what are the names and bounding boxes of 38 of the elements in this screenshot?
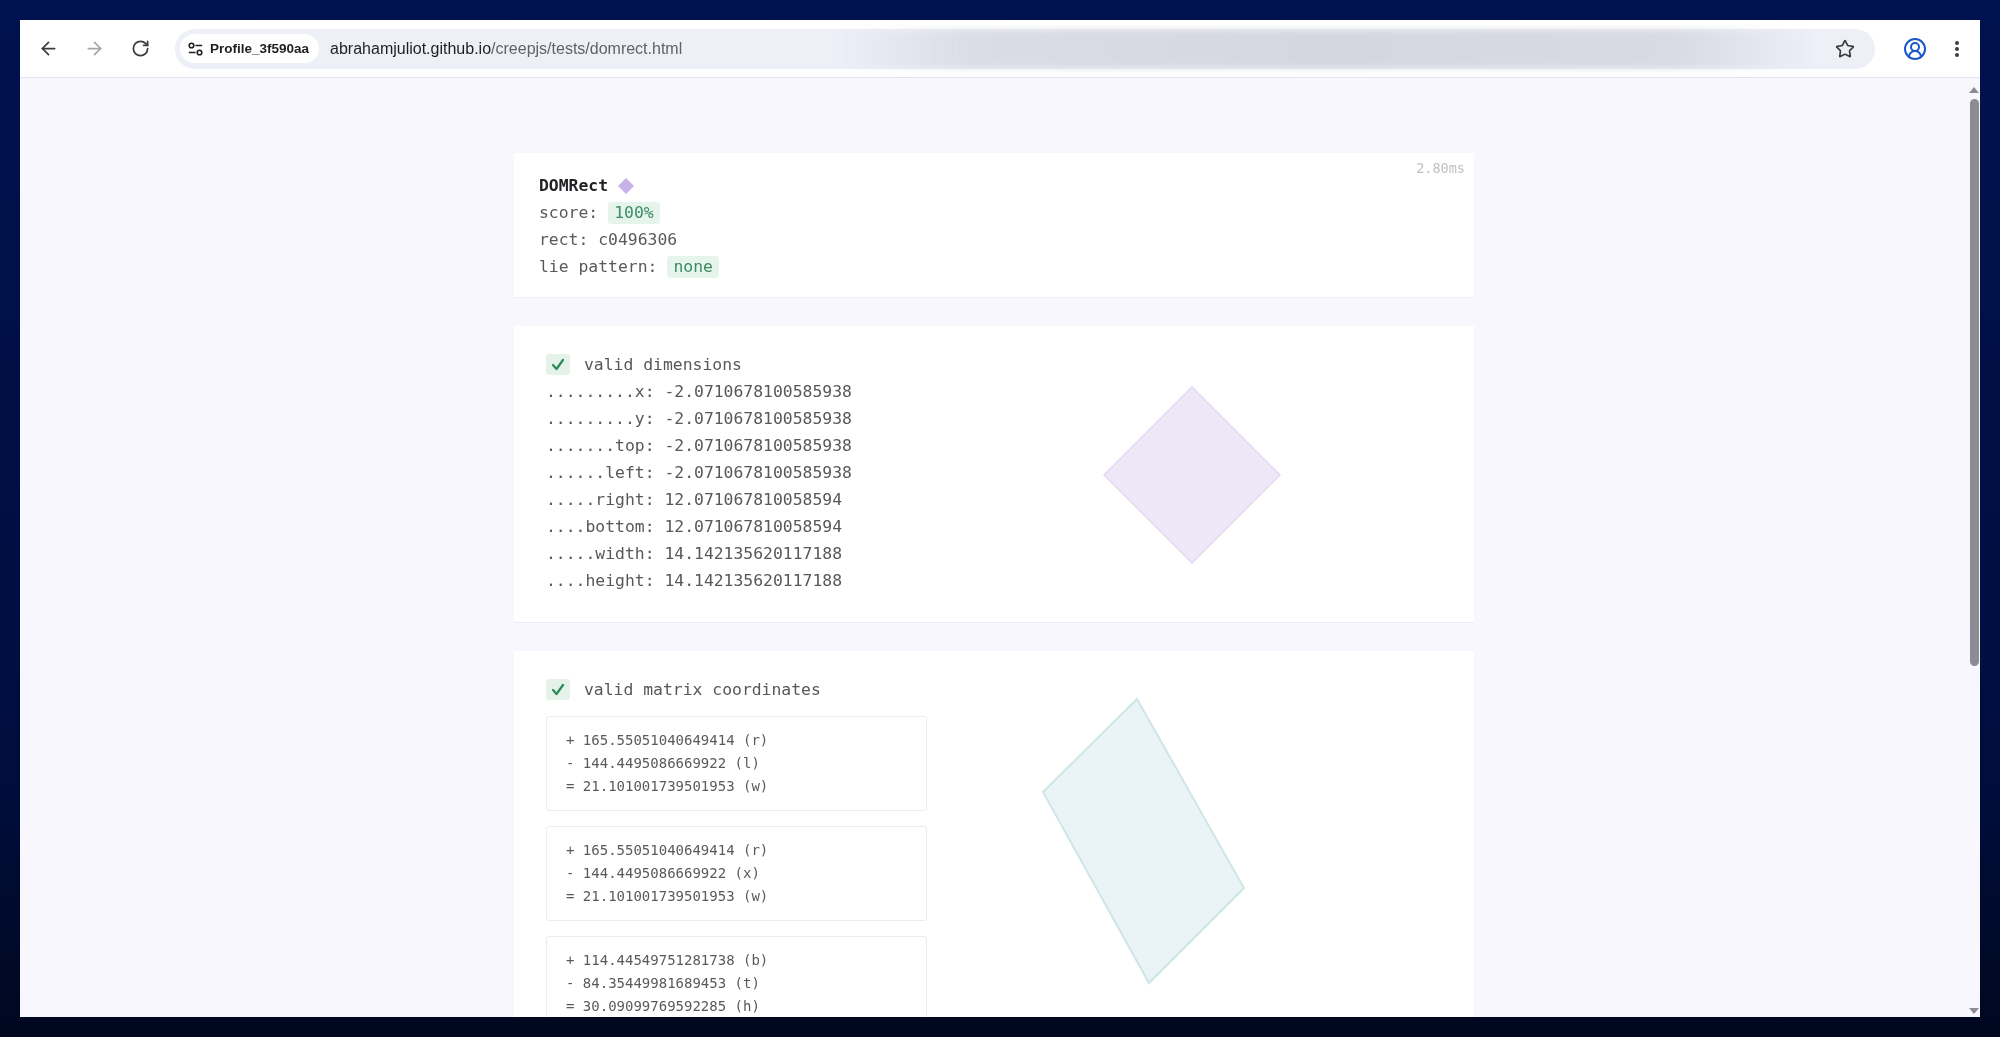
url-text[interactable]: abrahamjuliot.github.io/creepjs/tests/domrect.html <box>330 39 683 58</box>
section-title: valid dimensions <box>584 355 742 374</box>
status-badge: 100% <box>608 201 660 224</box>
star-icon <box>1835 38 1855 59</box>
dimension-line: .....width: 14.142135620117188 <box>546 543 844 565</box>
dimension-line: .........y: -2.0710678100585938 <box>546 408 853 430</box>
calculation-line: = 21.101001739501953 (w) <box>566 887 770 906</box>
user-circle-icon <box>1903 36 1927 61</box>
calculation-line: = 30.09099769592285 (h) <box>566 997 761 1016</box>
profile-chip[interactable]: Profile_3f590aa <box>180 34 320 63</box>
timing-text: 2.80ms <box>1416 160 1465 176</box>
dimension-line: ......left: -2.0710678100585938 <box>546 462 853 484</box>
scroll-up-arrow-icon[interactable] <box>1969 87 1979 93</box>
status-badge: none <box>667 255 719 278</box>
dimension-line: .....right: 12.071067810058594 <box>546 489 844 511</box>
field-label: lie pattern: <box>539 257 658 276</box>
calculation-line: + 165.55051040649414 (r) <box>566 731 770 750</box>
diamond-icon <box>618 177 635 194</box>
address-bar[interactable]: Profile_3f590aa abrahamjuliot.github.io/creepjs/tests/domrect.html <box>175 28 1875 69</box>
section-title: valid matrix coordinates <box>584 680 821 699</box>
reload-icon <box>130 39 150 58</box>
dimension-line: ....height: 14.142135620117188 <box>546 570 844 592</box>
calculation-line: + 114.44549751281738 (b) <box>566 951 770 970</box>
calculation-line: - 144.4495086669922 (l) <box>566 754 761 773</box>
calculation-line: + 165.55051040649414 (r) <box>566 841 770 860</box>
scroll-down-arrow-icon[interactable] <box>1969 1008 1979 1014</box>
dimension-line: ....bottom: 12.071067810058594 <box>546 516 844 538</box>
dimension-line: .......top: -2.0710678100585938 <box>546 435 853 457</box>
tune-icon <box>188 41 203 56</box>
card-title: DOMRect <box>539 176 609 195</box>
calculation-line: - 84.35449981689453 (t) <box>566 974 761 993</box>
menu-icon <box>1955 40 1959 57</box>
scrollbar-thumb[interactable] <box>1969 99 1979 666</box>
calculation-line: - 144.4495086669922 (x) <box>566 864 761 883</box>
calculation-line: = 21.101001739501953 (w) <box>566 777 770 796</box>
dimension-line: .........x: -2.0710678100585938 <box>546 381 853 403</box>
field-text: rect: c0496306 <box>539 230 678 249</box>
field-label: score: <box>539 203 599 222</box>
